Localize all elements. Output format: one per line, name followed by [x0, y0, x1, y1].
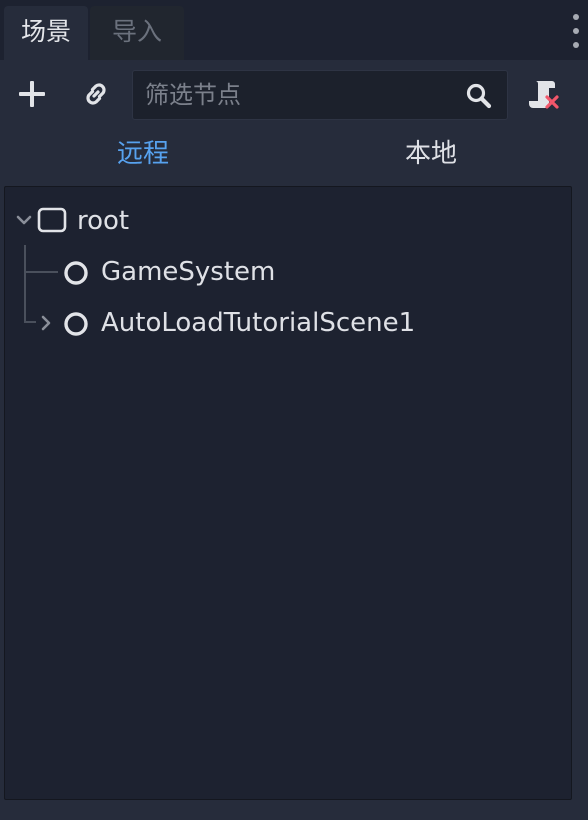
script-detach-icon: [529, 81, 559, 109]
tab-scene[interactable]: 场景: [4, 6, 88, 60]
filter-nodes-field[interactable]: [132, 70, 508, 120]
tab-local[interactable]: 本地: [346, 126, 516, 182]
dock-menu-icon[interactable]: [568, 14, 584, 48]
tree-item-root[interactable]: root: [5, 197, 571, 245]
tree-item-autoloadtutorialscene1[interactable]: AutoLoadTutorialScene1: [5, 299, 571, 347]
node-circle-icon: [64, 261, 88, 285]
scene-toolbar: [0, 60, 588, 126]
node-circle-icon: [64, 312, 88, 336]
chevron-down-icon[interactable]: [15, 213, 33, 227]
link-icon: [86, 83, 106, 105]
scene-tree[interactable]: root GameSystem AutoLoadTutorialScene1: [4, 186, 572, 800]
node-square-icon: [37, 207, 67, 233]
detach-script-button[interactable]: [520, 74, 568, 114]
tab-remote[interactable]: 远程: [60, 126, 226, 182]
tree-item-gamesystem[interactable]: GameSystem: [5, 248, 571, 296]
tree-item-label: AutoLoadTutorialScene1: [101, 308, 416, 338]
scene-panel: 远程 本地 root GameSystem: [0, 60, 588, 820]
tab-import[interactable]: 导入: [90, 6, 184, 60]
add-node-button[interactable]: [12, 74, 52, 114]
tree-item-label: root: [77, 206, 130, 236]
filter-nodes-input[interactable]: [133, 71, 453, 119]
chevron-right-icon[interactable]: [39, 314, 53, 332]
instance-scene-button[interactable]: [74, 74, 118, 114]
search-icon[interactable]: [465, 82, 493, 110]
remote-local-switch: 远程 本地: [0, 126, 588, 182]
tree-item-label: GameSystem: [101, 257, 276, 287]
dock-tab-bar: 场景 导入: [0, 0, 588, 60]
plus-icon: [19, 81, 45, 107]
